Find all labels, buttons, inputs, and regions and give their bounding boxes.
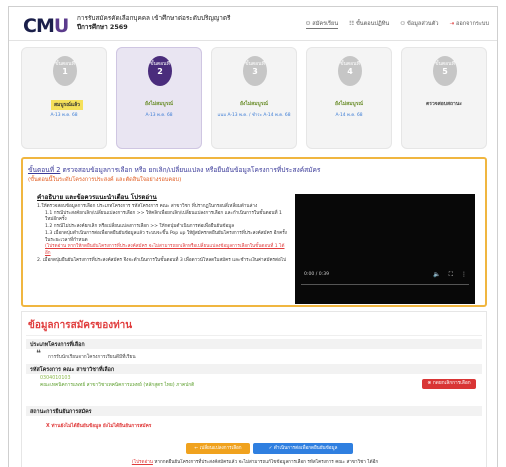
- step-number: 5: [442, 67, 448, 76]
- application-info-title: ข้อมูลการสมัครของท่าน: [28, 320, 133, 331]
- step-number: 2: [157, 67, 163, 76]
- step2-heading: ขั้นตอนที่ 2 ตรวจสอบข้อมูลการเลือก หรือ …: [28, 166, 468, 175]
- step-name-1: สมบูรณ์แล้ว: [51, 100, 83, 110]
- more-options-icon[interactable]: ⋮: [461, 271, 467, 279]
- fullscreen-icon[interactable]: ⛶: [449, 271, 453, 279]
- step2-heading-text: ตรวจสอบข้อมูลการเลือก หรือ ยกเลิก/เปลี่ย…: [62, 166, 321, 174]
- instruction-item: 2. เมื่อกดปุ่มยืนยันโครงการที่ประสงค์สมั…: [37, 257, 286, 263]
- video-progress-bar[interactable]: [301, 284, 469, 285]
- program-code: 0304010103: [40, 376, 71, 381]
- section-project-type: ประเภทโครงการที่เลือก: [26, 339, 482, 349]
- top-navigation: ⚇ สมัครเรียน ☷ ขั้นตอนปฏิทิน ⚇ ข้อมูลส่ว…: [305, 20, 490, 29]
- step2-panel: ขั้นตอนที่ 2 ตรวจสอบข้อมูลการเลือก หรือ …: [21, 157, 487, 307]
- step-number: 4: [347, 67, 353, 76]
- step-name-5: ตรวจสอบสถานะ: [426, 101, 462, 107]
- site-title: การรับสมัครคัดเลือกบุคคล เข้าศึกษาต่อระด…: [77, 14, 230, 32]
- step-status-3: แนบ A-13 พ.ค. / ชำระ A-14 พ.ค. 68: [217, 113, 291, 118]
- step-circle-3: ขั้นตอนที่ 3: [243, 56, 267, 86]
- warning-note-prefix: (โปรดอ่าน: [131, 460, 153, 465]
- step2-subheading: (ขั้นตอนนี้ในระดับโครงการประสงค์ และตัดส…: [28, 177, 182, 183]
- section-program: รหัสโครงการ คณะ สาขาวิชาที่เลือก: [26, 364, 482, 374]
- step-status-4: A-14 พ.ค. 68: [335, 113, 363, 118]
- instruction-item: 1.ให้ตรวจสอบข้อมูลการเลือก ประเภทโครงการ…: [37, 204, 258, 209]
- nav-apply[interactable]: ⚇ สมัครเรียน: [305, 20, 339, 29]
- step2-heading-prefix: ขั้นตอนที่ 2: [28, 166, 61, 174]
- video-controls: 🔈 ⛶ ⋮: [433, 271, 467, 279]
- instruction-video[interactable]: 0:00 / 0:39 🔈 ⛶ ⋮: [295, 194, 475, 304]
- step-card-3[interactable]: ขั้นตอนที่ 3 ยังไม่สมบูรณ์ แนบ A-13 พ.ค. …: [211, 47, 297, 149]
- instructions-list: 1.ให้ตรวจสอบข้อมูลการเลือก ประเภทโครงการ…: [37, 204, 287, 265]
- nav-logout[interactable]: ⇥ ออกจากระบบ: [450, 20, 490, 29]
- step-circle-5: ขั้นตอนที่ 5: [433, 56, 457, 86]
- nav-logout-label: ออกจากระบบ: [455, 21, 489, 27]
- page-frame: CMU การรับสมัครคัดเลือกบุคคล เข้าศึกษาต่…: [0, 0, 506, 467]
- application-info-card: ข้อมูลการสมัครของท่าน ประเภทโครงการที่เล…: [21, 311, 487, 467]
- warning-note: (โปรดอ่าน หากกดยืนยันโครงการที่ประสงค์สม…: [22, 459, 488, 466]
- step-name-3: ยังไม่สมบูรณ์: [239, 101, 269, 107]
- quote-icon: ❝: [36, 349, 41, 359]
- logo-text-u: U: [53, 15, 69, 37]
- instruction-item: 1.2 กรณีไม่ประสงค์ยกเลิก หรือเปลี่ยนแปลง…: [45, 224, 235, 230]
- program-name: คณะเทคนิคการแพทย์ สาขาวิชาเทคนิคการแพทย์…: [40, 383, 195, 388]
- instruction-item: 1.3 เมื่อกดปุ่มดำเนินการต่อเพื่อกดยืนยัน…: [45, 231, 287, 243]
- confirmation-status: X ท่านยังไม่ได้ยืนยันข้อมูล ยังไม่ได้ยืน…: [46, 424, 152, 429]
- step-card-1[interactable]: ขั้นตอนที่ 1 สมบูรณ์แล้ว A-13 พ.ค. 68: [21, 47, 107, 149]
- change-selection-button[interactable]: ← เปลี่ยนแปลงการเลือก: [186, 443, 250, 454]
- site-title-line1: การรับสมัครคัดเลือกบุคคล เข้าศึกษาต่อระด…: [77, 14, 231, 22]
- site-header: CMU การรับสมัครคัดเลือกบุคคล เข้าศึกษาต่…: [9, 7, 497, 41]
- instruction-item: 1.1 กรณีประสงค์ยกเลิก/เปลี่ยนแปลงการเลือ…: [45, 210, 282, 223]
- cancel-selection-button[interactable]: ⊗ กดยกเลิกการเลือก: [422, 379, 476, 389]
- step-card-2[interactable]: ขั้นตอนที่ 2 ยังไม่สมบูรณ์ A-13 พ.ค. 68: [116, 47, 202, 149]
- logo-text: CM: [23, 15, 55, 37]
- project-type-value: การรับนักเรียนจากโครงการเรียนดีมีที่เรีย…: [48, 355, 136, 360]
- step-name-2: ยังไม่สมบูรณ์: [144, 101, 174, 107]
- video-time: 0:00 / 0:39: [304, 272, 330, 277]
- step-circle-4: ขั้นตอนที่ 4: [338, 56, 362, 86]
- step-card-5[interactable]: ขั้นตอนที่ 5 ตรวจสอบสถานะ: [401, 47, 487, 149]
- nav-profile-label: ข้อมูลส่วนตัว: [407, 21, 439, 27]
- cancel-selection-label: กดยกเลิกการเลือก: [432, 381, 471, 386]
- nav-calendar[interactable]: ☷ ขั้นตอนปฏิทิน: [349, 20, 389, 29]
- site-title-line2: ปีการศึกษา 2569: [77, 23, 128, 31]
- instruction-item-warning: (โปรดอ่าน หากให้กดยืนยันโครงการที่ประสงค…: [45, 244, 285, 256]
- nav-apply-label: สมัครเรียน: [312, 21, 339, 27]
- warning-note-text: หากกดยืนยันโครงการที่ประสงค์สมัครแล้ว จะ…: [154, 460, 379, 465]
- nav-profile[interactable]: ⚇ ข้อมูลส่วนตัว: [400, 20, 438, 29]
- divider: [26, 335, 482, 336]
- explanation-title: คำอธิบาย และข้อควรแนะนำเตือน โปรดอ่าน: [37, 194, 157, 201]
- step-tracker: ขั้นตอนที่ 1 สมบูรณ์แล้ว A-13 พ.ค. 68 ขั้…: [21, 47, 487, 151]
- continue-confirm-button[interactable]: ✓ ดำเนินการต่อเพื่อกดยืนยันข้อมูล: [253, 443, 353, 454]
- step-number: 1: [62, 67, 68, 76]
- program-info: 0304010103 คณะเทคนิคการแพทย์ สาขาวิชาเทค…: [40, 375, 194, 389]
- step-number: 3: [252, 67, 258, 76]
- step-status-2: A-13 พ.ค. 68: [145, 113, 173, 118]
- step-name-4: ยังไม่สมบูรณ์: [334, 101, 364, 107]
- section-status: สถานะการยืนยันการสมัคร: [26, 406, 482, 416]
- step-card-4[interactable]: ขั้นตอนที่ 4 ยังไม่สมบูรณ์ A-14 พ.ค. 68: [306, 47, 392, 149]
- cmu-logo[interactable]: CMU: [23, 15, 69, 37]
- nav-calendar-label: ขั้นตอนปฏิทิน: [355, 21, 390, 27]
- browser-viewport: CMU การรับสมัครคัดเลือกบุคคล เข้าศึกษาต่…: [8, 6, 498, 467]
- volume-icon[interactable]: 🔈: [433, 271, 440, 279]
- action-buttons: ← เปลี่ยนแปลงการเลือก ✓ ดำเนินการต่อเพื่…: [186, 443, 353, 454]
- step-status-1: A-13 พ.ค. 68: [50, 113, 78, 118]
- step-circle-1: ขั้นตอนที่ 1: [53, 56, 77, 86]
- step-circle-2: ขั้นตอนที่ 2: [148, 56, 172, 86]
